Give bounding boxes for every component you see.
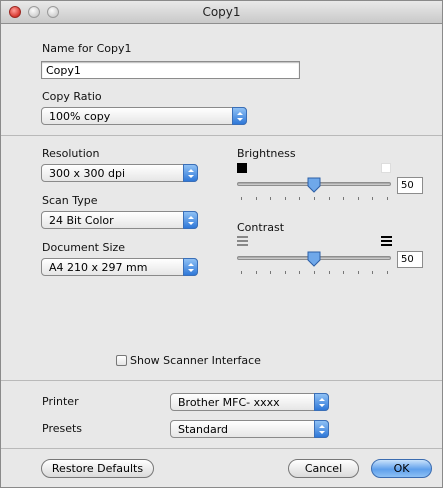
light-square-icon — [381, 163, 391, 173]
title-bar[interactable]: Copy1 — [1, 1, 442, 24]
scan-type-value: 24 Bit Color — [49, 214, 114, 227]
name-label: Name for Copy1 — [42, 42, 132, 55]
scan-type-popup[interactable]: 24 Bit Color — [41, 211, 198, 229]
window-title: Copy1 — [202, 5, 241, 19]
popup-arrows-icon — [183, 258, 198, 276]
show-scanner-interface-checkbox[interactable] — [116, 355, 127, 366]
slider-tick — [255, 197, 257, 200]
copy-ratio-value: 100% copy — [49, 110, 111, 123]
popup-arrows-icon — [183, 164, 198, 182]
resolution-popup[interactable]: 300 x 300 dpi — [41, 164, 198, 182]
slider-tick — [241, 271, 242, 274]
slider-tick — [270, 197, 272, 200]
slider-tick — [241, 197, 242, 200]
presets-popup[interactable]: Standard — [170, 420, 329, 438]
copy-dialog-window: Copy1 Name for Copy1 Copy Ratio 100% cop… — [0, 0, 443, 488]
scan-type-label: Scan Type — [42, 194, 98, 207]
slider-tick — [343, 197, 345, 200]
contrast-value-field[interactable]: 50 — [397, 251, 423, 268]
slider-tick — [314, 197, 315, 200]
slider-tick — [357, 197, 359, 200]
copy-ratio-popup[interactable]: 100% copy — [41, 107, 247, 125]
resolution-value: 300 x 300 dpi — [49, 167, 126, 180]
low-contrast-icon — [237, 236, 248, 246]
document-size-value: A4 210 x 297 mm — [49, 261, 148, 274]
slider-tick — [299, 197, 301, 200]
printer-label: Printer — [42, 395, 79, 408]
high-contrast-icon — [381, 236, 392, 246]
slider-tick — [343, 271, 345, 274]
slider-tick — [372, 271, 374, 274]
brightness-value-field[interactable]: 50 — [397, 177, 423, 194]
brightness-label: Brightness — [237, 147, 296, 160]
restore-defaults-button[interactable]: Restore Defaults — [41, 459, 154, 478]
slider-tick — [284, 271, 286, 274]
slider-tick — [328, 197, 330, 200]
contrast-label: Contrast — [237, 221, 285, 234]
section-divider — [1, 380, 442, 381]
slider-tick — [387, 271, 388, 274]
slider-tick — [314, 271, 315, 274]
copy-ratio-label: Copy Ratio — [42, 90, 102, 103]
document-size-popup[interactable]: A4 210 x 297 mm — [41, 258, 198, 276]
slider-tick — [357, 271, 359, 274]
show-scanner-interface-label[interactable]: Show Scanner Interface — [130, 354, 261, 367]
dark-square-icon — [237, 163, 247, 173]
resolution-label: Resolution — [42, 147, 100, 160]
slider-tick — [387, 197, 388, 200]
name-field[interactable] — [41, 61, 300, 79]
contrast-slider-knob[interactable] — [307, 251, 321, 267]
presets-value: Standard — [178, 423, 229, 436]
section-divider — [1, 135, 442, 136]
popup-arrows-icon — [183, 211, 198, 229]
printer-value: Brother MFC- xxxx — [178, 396, 280, 409]
popup-arrows-icon — [232, 107, 247, 125]
printer-popup[interactable]: Brother MFC- xxxx — [170, 393, 329, 411]
cancel-button[interactable]: Cancel — [288, 459, 359, 478]
ok-button[interactable]: OK — [371, 459, 432, 478]
slider-tick — [328, 271, 330, 274]
slider-tick — [372, 197, 374, 200]
document-size-label: Document Size — [42, 241, 126, 254]
slider-tick — [299, 271, 301, 274]
brightness-slider-knob[interactable] — [307, 177, 321, 193]
popup-arrows-icon — [314, 420, 329, 438]
slider-tick — [270, 271, 272, 274]
slider-tick — [284, 197, 286, 200]
section-divider — [1, 448, 442, 449]
slider-tick — [255, 271, 257, 274]
popup-arrows-icon — [314, 393, 329, 411]
presets-label: Presets — [42, 422, 83, 435]
